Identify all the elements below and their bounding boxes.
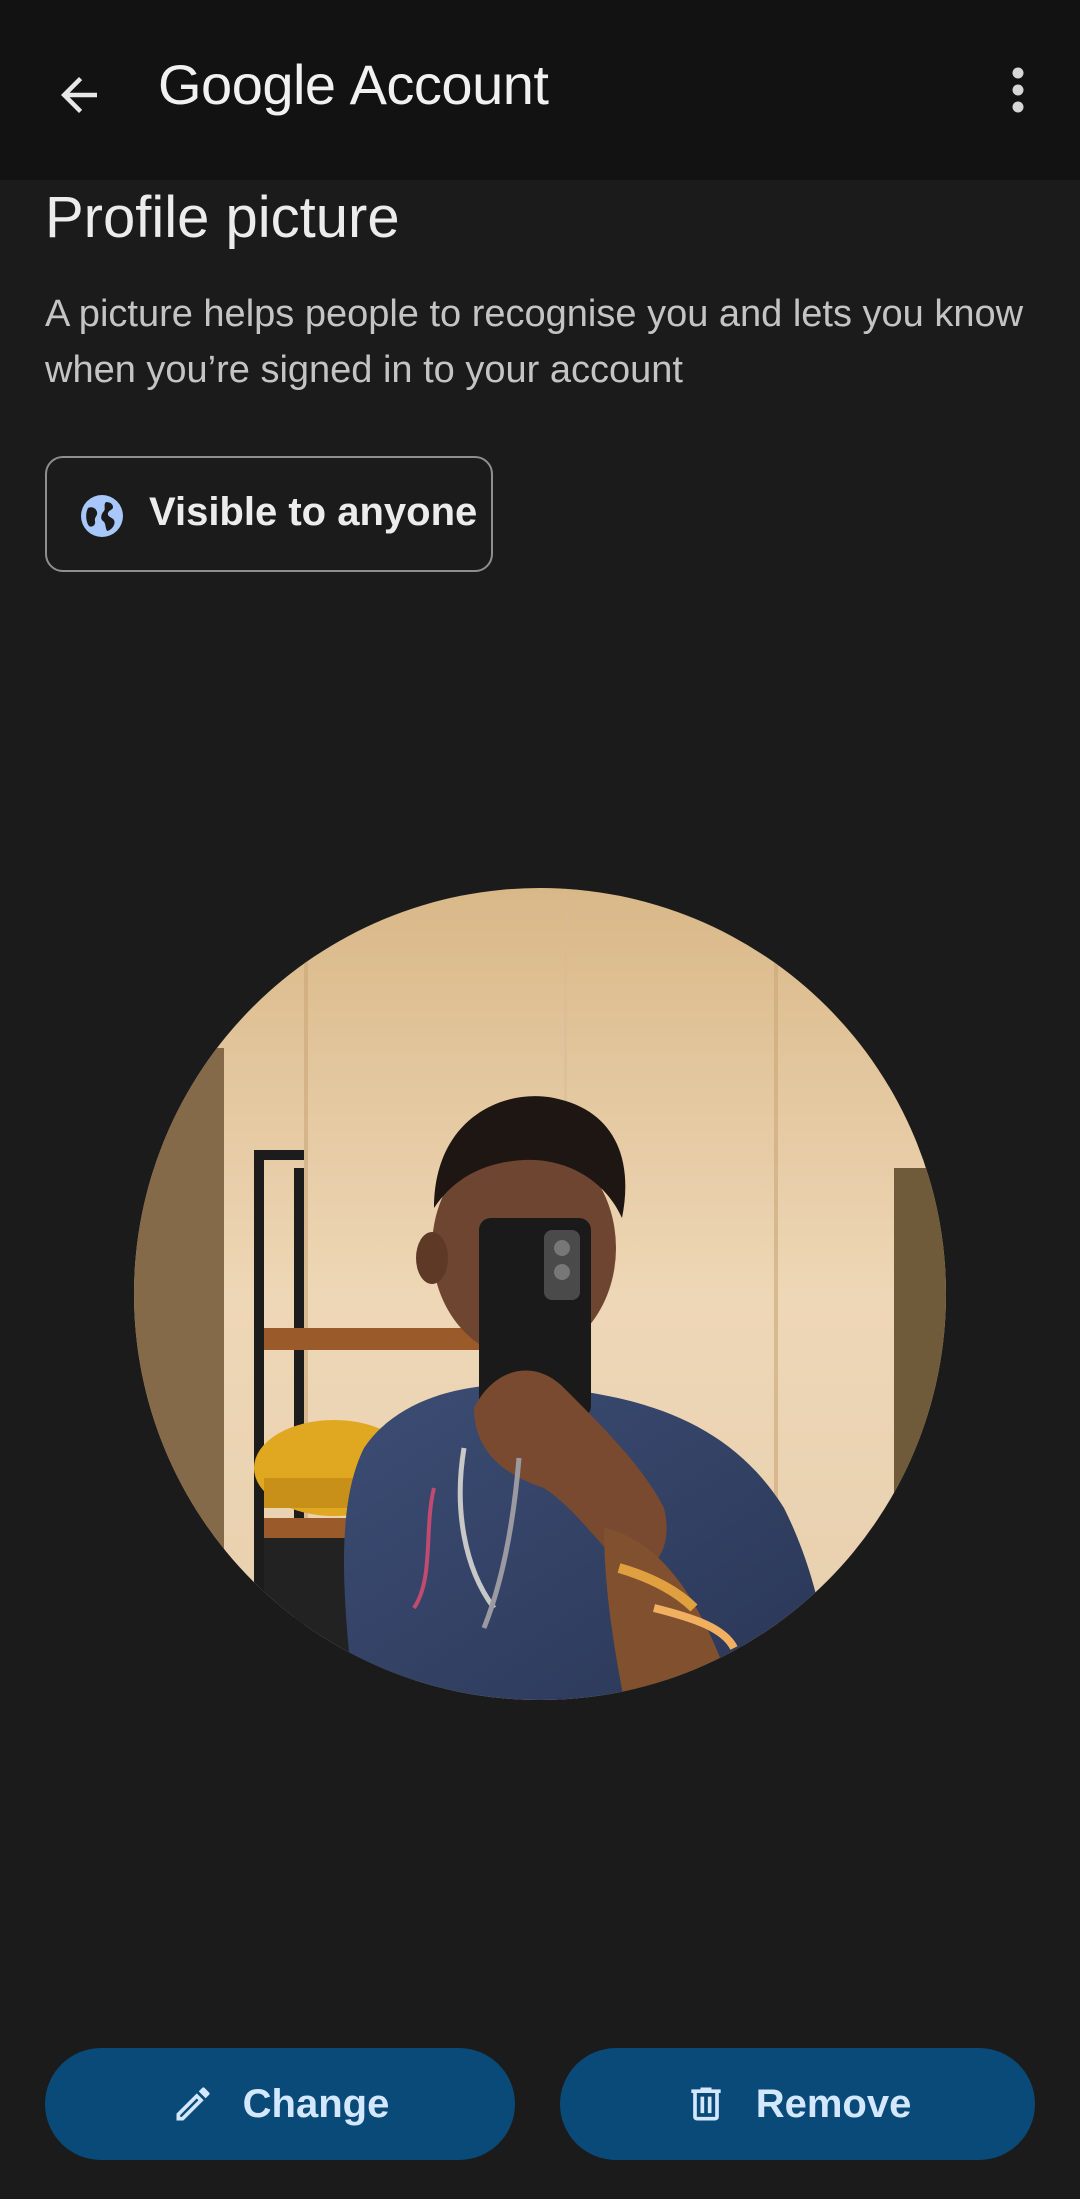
- more-options-button[interactable]: [978, 45, 1058, 135]
- app-bar: Google Account: [0, 0, 1080, 180]
- page-description: A picture helps people to recognise you …: [45, 293, 1024, 391]
- visibility-label: Visible to anyone: [149, 490, 478, 534]
- globe-icon: [81, 495, 123, 537]
- profile-photo-image: [134, 888, 946, 1700]
- arrow-left-icon: [61, 77, 97, 113]
- remove-label: Remove: [755, 2081, 912, 2126]
- more-vert-icon: [1012, 67, 1024, 113]
- google-account-logo: Google Account: [158, 52, 549, 132]
- brand-account: Account: [349, 53, 549, 116]
- profile-picture[interactable]: [134, 888, 946, 1700]
- remove-button[interactable]: Remove: [560, 2048, 1035, 2160]
- visibility-button[interactable]: Visible to anyone: [45, 456, 493, 572]
- change-button[interactable]: Change: [45, 2048, 515, 2160]
- trash-icon: [691, 2087, 721, 2121]
- pencil-icon: [176, 2087, 210, 2121]
- brand-google: Google: [158, 53, 336, 116]
- page-title: Profile picture: [45, 185, 400, 250]
- change-label: Change: [242, 2081, 390, 2126]
- back-button[interactable]: [34, 50, 124, 140]
